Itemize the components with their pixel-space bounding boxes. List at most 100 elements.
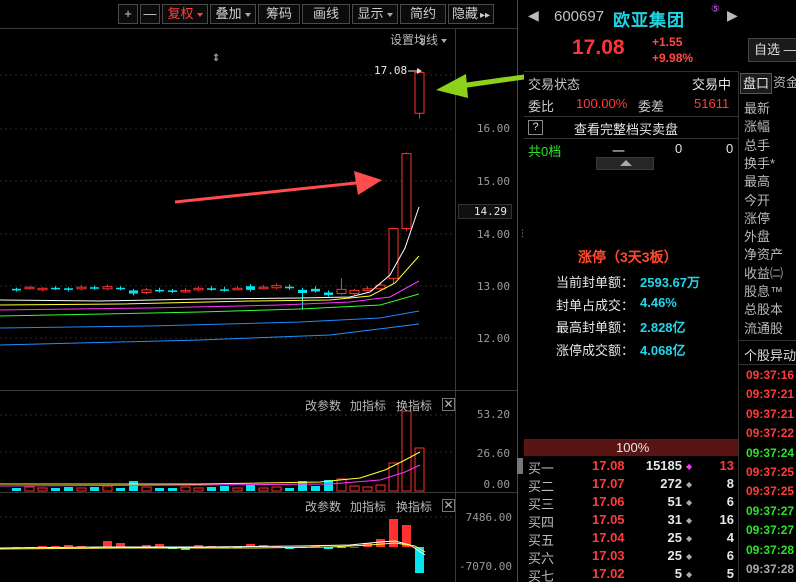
- volume-bar: [51, 488, 60, 491]
- volume-bar: [285, 488, 294, 491]
- limit-up-label: 涨停成交额：: [556, 342, 635, 358]
- weibi-value: 100.00%: [576, 96, 628, 111]
- change-marker-icon: ◆: [686, 552, 693, 561]
- limit-up-value: 2.828亿: [640, 320, 686, 335]
- price-change-pct: +9.98%: [652, 51, 694, 65]
- price-change: +1.55: [652, 35, 683, 49]
- green-annotation-arrow: [436, 74, 524, 98]
- anomaly-time[interactable]: 09:37:24: [744, 446, 796, 465]
- candle-body: [64, 288, 73, 290]
- volume-bar: [116, 488, 125, 491]
- bid-volume: 15185: [645, 458, 682, 473]
- bid-volume: 272: [660, 476, 682, 491]
- splitter-handle[interactable]: ⋮: [518, 228, 527, 240]
- collapse-handle[interactable]: [517, 458, 523, 474]
- macd-bar: [376, 539, 385, 547]
- volume-bar: [64, 487, 73, 491]
- macd-params-button[interactable]: 改参数: [305, 498, 341, 515]
- candle-body: [116, 287, 125, 290]
- vol-axis-label: 26.60: [476, 447, 510, 460]
- volume-bar: [155, 488, 164, 491]
- vol-ma-line: [0, 451, 421, 485]
- bid-price: 17.08: [592, 458, 625, 473]
- levels-label: 共0档: [528, 144, 562, 159]
- side-field-label: 收益㈡: [744, 265, 784, 281]
- trade-state-value: 交易中: [692, 77, 732, 92]
- bid-change: 8: [726, 476, 734, 491]
- trade-state-label: 交易状态: [528, 77, 581, 92]
- vol-add-indicator-button[interactable]: 加指标: [350, 397, 386, 414]
- anomaly-time[interactable]: 09:37:25: [744, 465, 796, 484]
- candle-body: [37, 287, 48, 291]
- bid-label: 买二: [528, 479, 555, 494]
- side-field-label: 最新: [744, 101, 771, 116]
- expand-button[interactable]: [596, 157, 654, 170]
- candle-body: [141, 289, 152, 293]
- volume-bar: [258, 487, 269, 492]
- full-orderbook-link[interactable]: 查看完整档买卖盘: [574, 119, 678, 138]
- bid-row[interactable]: 买六 17.03 25 ◆ 6: [524, 548, 738, 566]
- macd-close-icon[interactable]: ✕: [442, 499, 455, 512]
- current-price-tag: 14.29: [458, 204, 512, 219]
- bid-price: 17.05: [592, 512, 625, 527]
- anomaly-time[interactable]: 09:37:27: [744, 523, 796, 542]
- candle-body: [336, 288, 347, 295]
- bid-row[interactable]: 买三 17.06 51 ◆ 6: [524, 494, 738, 512]
- macd-switch-indicator-button[interactable]: 换指标: [396, 498, 432, 515]
- volume-bar: [362, 486, 373, 492]
- volume-bar: [141, 486, 152, 492]
- bid-row[interactable]: 买四 17.05 31 ◆ 16: [524, 512, 738, 530]
- vol-params-button[interactable]: 改参数: [305, 397, 341, 414]
- vol-switch-indicator-button[interactable]: 换指标: [396, 397, 432, 414]
- bid-volume: 51: [667, 494, 682, 509]
- add-watchlist-button[interactable]: 自选 —: [748, 38, 796, 62]
- bid-row[interactable]: 买七 17.02 5 ◆ 5: [524, 566, 738, 582]
- change-marker-icon: ◆: [686, 480, 693, 489]
- anomaly-time[interactable]: 09:37:22: [744, 426, 796, 445]
- stock-name: 欧亚集团: [613, 11, 685, 30]
- vol-axis-label: 53.20: [476, 408, 510, 421]
- vol-close-icon[interactable]: ✕: [442, 398, 455, 411]
- bid-row[interactable]: 买二 17.07 272 ◆ 8: [524, 476, 738, 494]
- anomaly-time[interactable]: 09:37:28: [744, 562, 796, 581]
- tab-zijin[interactable]: 资金: [773, 73, 796, 94]
- prev-stock-icon[interactable]: ◀: [528, 7, 539, 24]
- tab-pankou[interactable]: 盘口: [740, 73, 772, 94]
- candle-body: [298, 289, 307, 294]
- bid-volume: 25: [667, 530, 682, 545]
- candle-body: [271, 285, 282, 289]
- anomaly-time[interactable]: 09:37:16: [744, 368, 796, 387]
- macd-add-indicator-button[interactable]: 加指标: [350, 498, 386, 515]
- anomaly-time[interactable]: 09:37:21: [744, 407, 796, 426]
- levels-value: 0: [675, 141, 683, 156]
- bid-label: 买一: [528, 461, 555, 476]
- volume-bar: [349, 485, 360, 492]
- change-marker-icon: ◆: [686, 534, 693, 543]
- chevron-up-icon: [620, 160, 632, 166]
- side-field-label: 换手*: [744, 155, 776, 171]
- bid-row[interactable]: 买五 17.04 25 ◆ 4: [524, 530, 738, 548]
- limit-up-value: 4.46%: [640, 294, 677, 310]
- anomaly-time[interactable]: 09:37:27: [744, 504, 796, 523]
- candle-body: [362, 288, 373, 291]
- candle-body: [232, 287, 243, 291]
- weicha-label: 委差: [638, 99, 665, 114]
- candle-body: [90, 287, 99, 289]
- next-stock-icon[interactable]: ▶: [727, 7, 738, 24]
- candle-body: [349, 289, 360, 295]
- bid-label: 买六: [528, 551, 555, 566]
- help-icon[interactable]: ?: [528, 120, 543, 135]
- ma120-line: [0, 310, 420, 329]
- bid-row[interactable]: 买一 17.08 15185 ◆ 13: [524, 458, 738, 476]
- anomaly-time[interactable]: 09:37:21: [744, 387, 796, 406]
- kline-chart[interactable]: ⇕ ⇕: [0, 0, 524, 582]
- macd-bar: [116, 543, 125, 547]
- anomaly-time[interactable]: 09:37:28: [744, 543, 796, 562]
- candle-body: [24, 286, 35, 290]
- ma-lines-group: [0, 206, 420, 346]
- volume-bar: [271, 486, 282, 492]
- anomaly-time[interactable]: 09:37:25: [744, 484, 796, 503]
- side-field-label: 流通股: [744, 320, 784, 336]
- volume-bar: [90, 487, 99, 491]
- bid-volume: 31: [667, 512, 682, 527]
